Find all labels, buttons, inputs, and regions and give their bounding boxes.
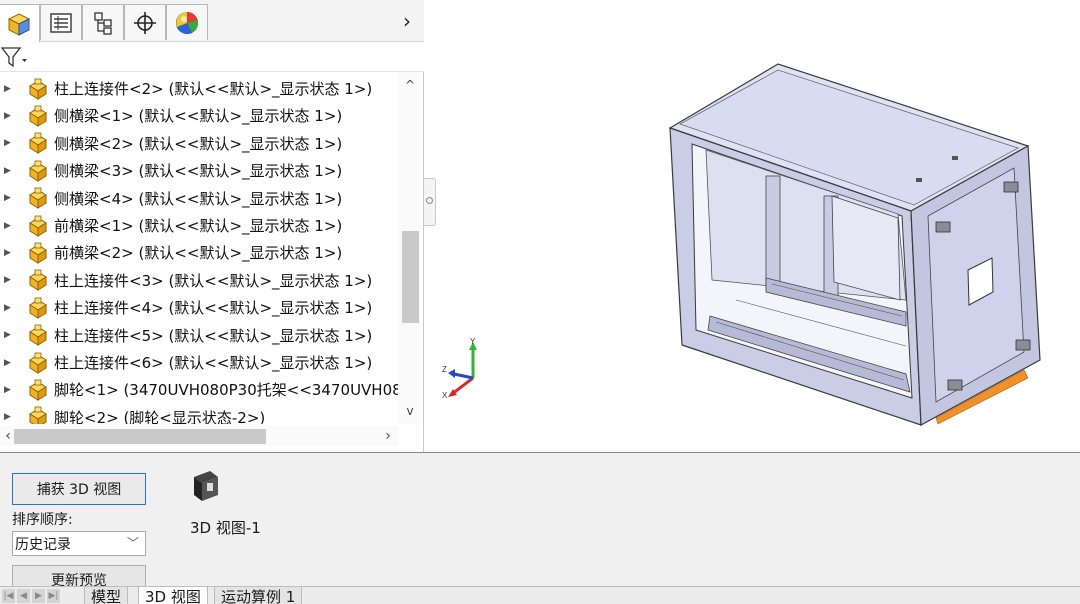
triad-x-label: X — [442, 391, 448, 400]
expand-arrow-icon[interactable]: ▶ — [4, 303, 14, 313]
manager-tab-bar: › — [0, 0, 424, 42]
tree-item-label: 前横梁<1> (默认<<默认>_显示状态 1>) — [54, 217, 343, 235]
part-icon — [29, 352, 47, 374]
cabinet-model — [668, 63, 1041, 426]
tab-dimxpert-manager[interactable] — [124, 4, 166, 40]
tree-item-label: 柱上连接件<4> (默认<<默认>_显示状态 1>) — [54, 299, 373, 318]
scrollbar-thumb[interactable] — [14, 429, 266, 444]
tree-item[interactable]: ▶ 柱上连接件<3> (默认<<默认>_显示状态 1>) — [0, 267, 398, 294]
tree-item[interactable]: ▶ 柱上连接件<4> (默认<<默认>_显示状态 1>) — [0, 294, 398, 321]
filter-icon[interactable] — [0, 45, 28, 69]
expand-arrow-icon[interactable]: ▶ — [4, 330, 14, 340]
expand-arrow-icon[interactable]: ▶ — [4, 385, 14, 395]
3d-view-name[interactable]: 3D 视图-1 — [190, 517, 261, 538]
triad-y-label: Y — [470, 337, 476, 346]
part-icon — [29, 406, 47, 424]
part-icon — [29, 324, 47, 346]
document-tab-bar: |◀ ◀ ▶ ▶| 模型 3D 视图 运动算例 1 — [0, 586, 1080, 604]
tab-configuration-manager[interactable] — [82, 4, 124, 40]
tree-item[interactable]: ▶ 柱上连接件<6> (默认<<默认>_显示状态 1>) — [0, 349, 398, 376]
part-icon — [29, 269, 47, 292]
expand-arrow-icon[interactable]: ▶ — [4, 111, 14, 121]
expand-arrow-icon[interactable]: ▶ — [4, 275, 14, 285]
tree-item-label: 侧横梁<3> (默认<<默认>_显示状态 1>) — [54, 162, 343, 181]
sort-order-value: 历史记录 — [15, 536, 71, 553]
property-manager-icon — [50, 12, 72, 33]
tree-item-label: 柱上连接件<6> (默认<<默认>_显示状态 1>) — [54, 354, 373, 372]
solidworks-window: › ▶ 柱上连接件<2> (默认<<默认>_显示状态 1>) ▶ 侧横梁<1> (默认… — [0, 0, 1080, 604]
expand-arrow-icon[interactable]: ▶ — [4, 138, 14, 148]
tree-filter-row — [0, 42, 424, 72]
tree-item[interactable]: ▶ 前横梁<1> (默认<<默认>_显示状态 1>) — [0, 212, 398, 239]
capture-3d-view-button[interactable]: 捕获 3D 视图 — [12, 473, 146, 505]
expand-arrow-icon[interactable]: ▶ — [4, 358, 14, 368]
tab-feature-manager[interactable] — [0, 4, 40, 42]
tree-item[interactable]: ▶ 侧横梁<4> (默认<<默认>_显示状态 1>) — [0, 185, 398, 212]
part-icon — [29, 160, 47, 182]
sort-order-label: 排序顺序: — [12, 512, 73, 528]
3d-view-thumbnail-icon[interactable] — [190, 469, 222, 503]
tab-model[interactable]: 模型 — [84, 587, 129, 604]
part-icon — [29, 187, 47, 209]
part-icon — [29, 242, 47, 264]
feature-tree: ▶ 柱上连接件<2> (默认<<默认>_显示状态 1>) ▶ 侧横梁<1> (默认<<… — [0, 72, 398, 424]
part-icon — [29, 379, 47, 401]
scroll-down-button[interactable]: v — [401, 404, 419, 422]
tree-item[interactable]: ▶ 柱上连接件<5> (默认<<默认>_显示状态 1>) — [0, 322, 398, 349]
tree-item[interactable]: ▶ 脚轮<1> (3470UVH080P30托架<<3470UVH080 — [0, 376, 398, 403]
tree-item-label: 前横梁<2> (默认<<默认>_显示状态 1>) — [54, 244, 343, 263]
triad-z-label: Z — [442, 365, 447, 374]
expand-arrow-icon[interactable]: ▶ — [4, 248, 14, 258]
tree-item-label: 柱上连接件<5> (默认<<默认>_显示状态 1>) — [54, 326, 373, 345]
feature-manager-panel: › ▶ 柱上连接件<2> (默认<<默认>_显示状态 1>) ▶ 侧横梁<1> (默认… — [0, 0, 424, 452]
tree-item[interactable]: ▶ 脚轮<2> (脚轮<显示状态-2>) — [0, 404, 398, 424]
scrollbar-thumb[interactable] — [402, 230, 419, 323]
tree-item[interactable]: ▶ 侧横梁<3> (默认<<默认>_显示状态 1>) — [0, 157, 398, 184]
part-icon — [29, 297, 47, 319]
dimxpert-manager-icon — [134, 11, 156, 34]
feature-manager-icon — [7, 12, 31, 36]
tab-motion-study[interactable]: 运动算例 1 — [214, 587, 303, 604]
part-icon — [29, 105, 47, 127]
scroll-right-button[interactable]: › — [380, 426, 396, 446]
tab-property-manager[interactable] — [40, 4, 82, 40]
tree-vertical-scrollbar[interactable]: ^ v — [399, 72, 421, 424]
chevron-down-icon: ﹀ — [126, 536, 139, 550]
part-icon — [29, 78, 47, 100]
tree-horizontal-scrollbar[interactable]: ‹ › — [0, 426, 398, 446]
tree-item-label: 侧横梁<2> (默认<<默认>_显示状态 1>) — [54, 134, 343, 153]
tree-item[interactable]: ▶ 前横梁<2> (默认<<默认>_显示状态 1>) — [0, 239, 398, 266]
coordinate-triad: Y Z X — [442, 337, 477, 400]
sort-order-select[interactable]: 历史记录 ﹀ — [12, 531, 146, 556]
display-manager-icon — [176, 11, 198, 34]
expand-arrow-icon[interactable]: ▶ — [4, 84, 14, 94]
tab-scroll-right-button[interactable]: › — [396, 8, 418, 36]
part-icon — [29, 215, 47, 237]
expand-arrow-icon[interactable]: ▶ — [4, 193, 14, 203]
expand-arrow-icon[interactable]: ▶ — [4, 221, 14, 231]
expand-arrow-icon[interactable]: ▶ — [4, 412, 14, 422]
last-tab-button[interactable]: ▶| — [47, 589, 60, 603]
scroll-up-button[interactable]: ^ — [401, 78, 419, 96]
tab-display-manager[interactable] — [166, 4, 208, 40]
tree-item-label: 侧横梁<4> (默认<<默认>_显示状态 1>) — [54, 189, 343, 208]
tree-item-label: 侧横梁<1> (默认<<默认>_显示状态 1>) — [54, 107, 343, 126]
next-tab-button[interactable]: ▶ — [32, 589, 45, 603]
graphics-area[interactable]: Y Z X — [436, 0, 1080, 452]
tab-3d-view[interactable]: 3D 视图 — [138, 587, 208, 604]
tree-item-label: 柱上连接件<2> (默认<<默认>_显示状态 1>) — [54, 80, 373, 98]
3d-view-panel: 捕获 3D 视图 排序顺序: 历史记录 ﹀ 更新预览 3D 视图-1 — [0, 452, 1080, 589]
first-tab-button[interactable]: |◀ — [2, 589, 15, 603]
tree-item-label: 柱上连接件<3> (默认<<默认>_显示状态 1>) — [54, 271, 373, 290]
tree-item-label: 脚轮<1> (3470UVH080P30托架<<3470UVH080 — [54, 381, 398, 400]
tree-item[interactable]: ▶ 侧横梁<1> (默认<<默认>_显示状态 1>) — [0, 102, 398, 129]
configuration-manager-icon — [94, 11, 112, 35]
panel-splitter-handle[interactable] — [424, 178, 436, 226]
tree-item[interactable]: ▶ 侧横梁<2> (默认<<默认>_显示状态 1>) — [0, 130, 398, 157]
tree-item-label: 脚轮<2> (脚轮<显示状态-2>) — [54, 408, 266, 424]
expand-arrow-icon[interactable]: ▶ — [4, 166, 14, 176]
tree-item[interactable]: ▶ 柱上连接件<2> (默认<<默认>_显示状态 1>) — [0, 75, 398, 102]
part-icon — [29, 132, 47, 155]
prev-tab-button[interactable]: ◀ — [17, 589, 30, 603]
